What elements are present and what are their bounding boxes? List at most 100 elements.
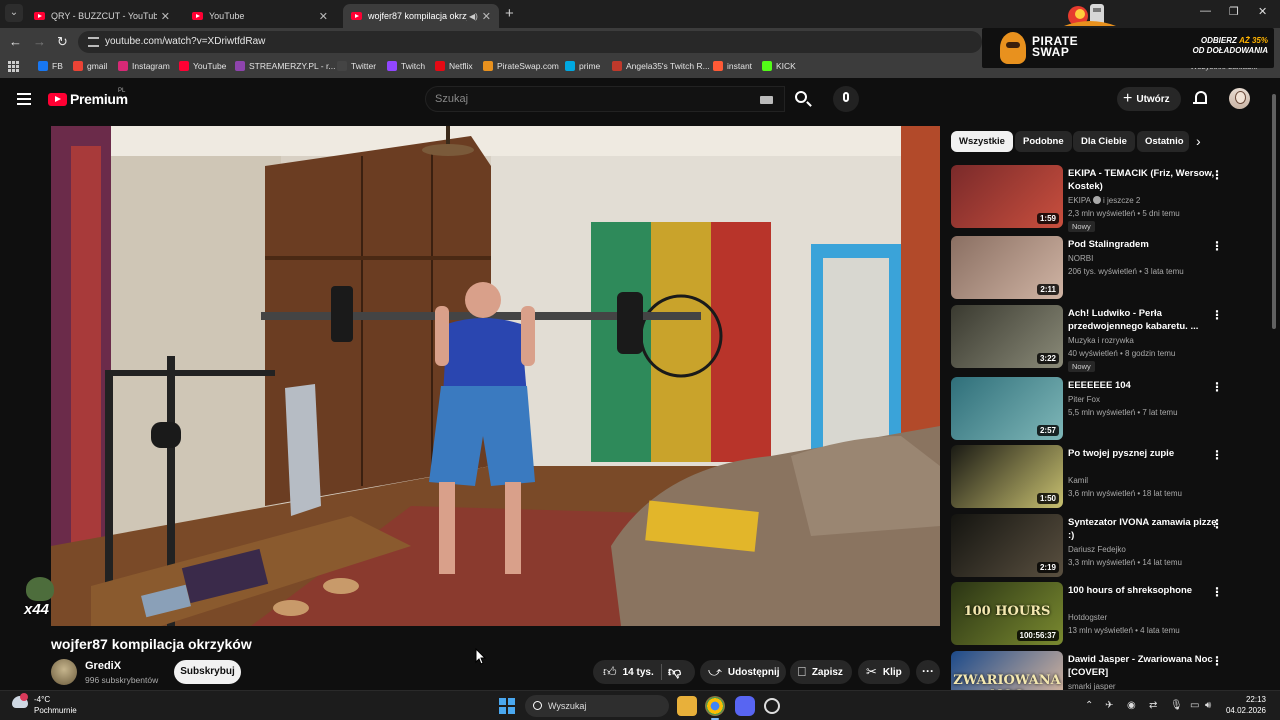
recommendation-channel[interactable]: Hotdogster (1068, 611, 1107, 624)
site-info-icon[interactable] (88, 37, 99, 47)
chip-recent[interactable]: Ostatnio (1137, 131, 1189, 152)
bookmark-netflix[interactable]: Netflix (435, 61, 473, 71)
recommendation-thumbnail[interactable]: 3:22 (951, 305, 1063, 368)
channel-avatar[interactable] (51, 659, 77, 685)
chip-related[interactable]: Podobne (1015, 131, 1072, 152)
weather-condition[interactable]: Pochmurnie (34, 706, 77, 715)
subscribe-button[interactable]: Subskrybuj (174, 660, 241, 684)
tray-microphone-icon[interactable]: 🎙︎ (1170, 700, 1183, 711)
search-button[interactable] (785, 86, 819, 112)
system-clock[interactable]: 22:13 04.02.2026 (1224, 694, 1266, 716)
recommendation-item[interactable]: 3:22 Ach! Ludwiko - Perła przedwojennego … (951, 305, 1251, 372)
bookmark-angela35-s-twitch-r[interactable]: Angela35's Twitch R... (612, 61, 710, 71)
bookmark-fb[interactable]: FB (38, 61, 63, 71)
search-input[interactable]: Szukaj (425, 86, 785, 112)
notifications-bell-icon[interactable] (1193, 91, 1207, 105)
new-tab-button[interactable]: + (505, 5, 514, 22)
account-avatar[interactable] (1229, 88, 1250, 109)
video-player[interactable] (51, 126, 940, 626)
menu-icon[interactable] (17, 93, 31, 105)
recommendation-thumbnail[interactable]: 2:19 (951, 514, 1063, 577)
create-button[interactable]: + Utwórz (1117, 87, 1181, 111)
bookmark-twitch[interactable]: Twitch (387, 61, 425, 71)
apps-grid-icon[interactable] (8, 61, 19, 72)
tab-youtube[interactable]: YouTube ✕ (184, 4, 336, 28)
audio-playing-icon[interactable]: ◀) (469, 12, 478, 21)
tray-display-icon[interactable]: ▭ (1190, 700, 1199, 711)
tab-current-video[interactable]: wojfer87 kompilacja okrzyk ◀) ✕ (343, 4, 499, 28)
bookmark-prime[interactable]: prime (565, 61, 600, 71)
more-options-icon[interactable]: ⋮ (1211, 586, 1223, 598)
like-button[interactable]: 👍︎ 14 tys. (603, 660, 654, 684)
close-window-button[interactable]: ✕ (1258, 5, 1267, 18)
recommendation-title[interactable]: EEEEEEE 104 (1068, 379, 1218, 392)
recommendation-channel[interactable]: NORBI (1068, 252, 1093, 265)
tab-search-button[interactable]: ⌄ (5, 4, 23, 22)
address-bar[interactable]: youtube.com/watch?v=XDriwtfdRaw (78, 31, 982, 53)
recommendation-title[interactable]: Dawid Jasper - Zwariowana Noc [COVER] (1068, 653, 1218, 679)
close-tab-icon[interactable]: ✕ (161, 10, 170, 23)
windows-start-icon[interactable] (499, 698, 515, 714)
pirateswap-ad-banner[interactable]: PIRATE SWAP ODBIERZ AŻ 35% OD DOŁADOWANI… (982, 28, 1274, 68)
recommendation-thumbnail[interactable]: 1:50 (951, 445, 1063, 508)
chevron-right-icon[interactable]: › (1196, 133, 1201, 149)
more-options-icon[interactable]: ⋮ (1211, 449, 1223, 461)
tray-discord-icon[interactable]: ◉ (1127, 700, 1136, 711)
forward-arrow-icon[interactable]: → (33, 34, 46, 49)
recommendation-title[interactable]: Ach! Ludwiko - Perła przedwojennego kaba… (1068, 307, 1218, 333)
steam-icon[interactable] (764, 698, 780, 714)
recommendation-channel[interactable]: EKIPA i jeszcze 2 (1068, 194, 1140, 207)
recommendation-item[interactable]: 2:57 EEEEEEE 104 Piter Fox 5,5 mln wyświetl… (951, 377, 1251, 441)
chrome-icon[interactable] (705, 696, 725, 720)
weather-temperature[interactable]: -4°C (34, 695, 50, 704)
bookmark-kick[interactable]: KICK (762, 61, 796, 71)
recommendation-channel[interactable]: Dariusz Fedejko (1068, 543, 1126, 556)
recommendation-title[interactable]: 100 hours of shreksophone (1068, 584, 1218, 597)
more-actions-button[interactable]: ··· (916, 660, 940, 684)
close-tab-icon[interactable]: ✕ (319, 10, 328, 23)
recommendation-title[interactable]: Syntezator IVONA zamawia pizzę :) (1068, 516, 1218, 542)
tab-qry-buzzcut[interactable]: QRY - BUZZCUT - YouTube ✕ (26, 4, 178, 28)
discord-icon[interactable] (735, 696, 755, 716)
back-arrow-icon[interactable]: ← (9, 34, 22, 49)
taskbar-search-input[interactable]: Wyszukaj (525, 695, 669, 717)
chip-all[interactable]: Wszystkie (951, 131, 1013, 152)
tray-overflow-chevron-icon[interactable]: ⌃ (1085, 700, 1093, 711)
more-options-icon[interactable]: ⋮ (1211, 169, 1223, 181)
more-options-icon[interactable]: ⋮ (1211, 655, 1223, 667)
bookmark-streamerzy-pl-r[interactable]: STREAMERZY.PL - r... (235, 61, 335, 71)
share-button[interactable]: ⤻ Udostępnij (700, 660, 786, 684)
recommendation-thumbnail[interactable]: 1:59 (951, 165, 1063, 228)
scrollbar-thumb[interactable] (1272, 94, 1276, 329)
tray-volume-icon[interactable]: 🔊︎ (1205, 700, 1211, 711)
dislike-button[interactable]: 👎︎ (668, 660, 681, 684)
recommendation-thumbnail[interactable]: 2:11 (951, 236, 1063, 299)
bookmark-pirateswap-com[interactable]: PirateSwap.com (483, 61, 559, 71)
keyboard-icon[interactable] (760, 96, 773, 104)
recommendation-channel[interactable]: Kamil (1068, 474, 1088, 487)
save-button[interactable]: ⎕ Zapisz (790, 660, 852, 684)
clip-button[interactable]: ✂ Klip (858, 660, 910, 684)
more-options-icon[interactable]: ⋮ (1211, 240, 1223, 252)
bookmark-twitter[interactable]: Twitter (337, 61, 376, 71)
youtube-premium-logo[interactable]: Premium PL (48, 88, 128, 107)
more-options-icon[interactable]: ⋮ (1211, 518, 1223, 530)
recommendation-channel[interactable]: Piter Fox (1068, 393, 1100, 406)
recommendation-thumbnail[interactable]: 2:57 (951, 377, 1063, 440)
chip-for-you[interactable]: Dla Ciebie (1073, 131, 1135, 152)
recommendation-item[interactable]: 1:59 EKIPA - TEMACIK (Friz, Wersow, Koste… (951, 165, 1251, 232)
recommendation-item[interactable]: 2:11 Pod Stalingradem NORBI 206 tys. wyświe… (951, 236, 1251, 300)
more-options-icon[interactable]: ⋮ (1211, 381, 1223, 393)
recommendation-item[interactable]: 100 HOURS 100:56:37 100 hours of shreksoph… (951, 582, 1251, 646)
bookmark-gmail[interactable]: gmail (73, 61, 107, 71)
page-scrollbar[interactable] (1271, 84, 1277, 690)
more-options-icon[interactable]: ⋮ (1211, 309, 1223, 321)
recommendation-title[interactable]: EKIPA - TEMACIK (Friz, Wersow, Kostek) (1068, 167, 1218, 193)
voice-search-button[interactable] (833, 86, 859, 112)
bookmark-instant[interactable]: instant (713, 61, 752, 71)
url-text[interactable]: youtube.com/watch?v=XDriwtfdRaw (105, 36, 265, 47)
file-explorer-icon[interactable] (677, 696, 697, 716)
reload-icon[interactable]: ↻ (57, 34, 68, 50)
tray-app-icon[interactable]: ✈ (1105, 700, 1113, 711)
minimize-button[interactable]: — (1200, 5, 1211, 17)
